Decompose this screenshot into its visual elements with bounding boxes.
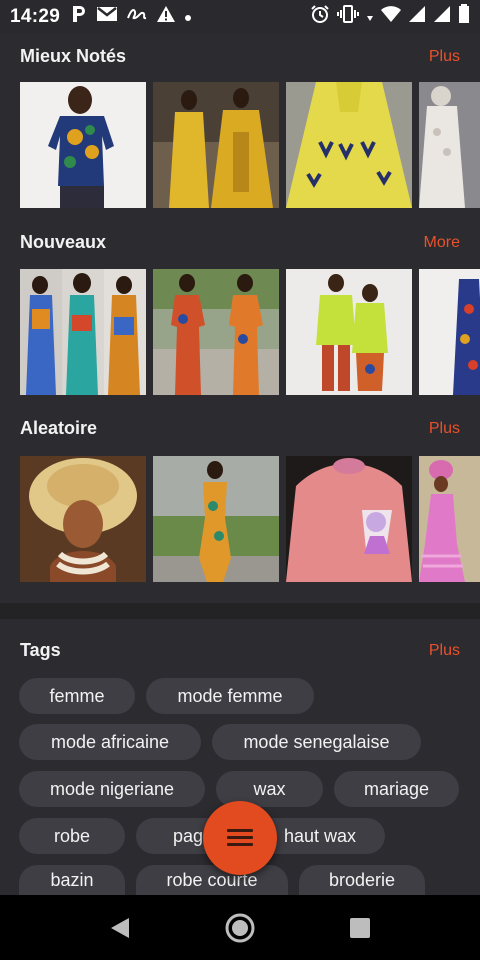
thumb-gold-gele[interactable] — [20, 456, 146, 582]
clock: 14:29 — [10, 6, 61, 27]
tag-chip[interactable]: mode senegalaise — [212, 724, 421, 760]
cell-signal-icon — [408, 5, 426, 29]
recents-icon — [350, 917, 370, 938]
battery-icon — [458, 4, 470, 30]
thumb-pink-fabric[interactable] — [286, 456, 412, 582]
section-mieux-notes: Mieux Notés Plus — [0, 38, 480, 218]
cell-signal-2-icon — [433, 5, 451, 29]
back-button[interactable] — [100, 895, 140, 960]
thumb-wax-jumpsuits[interactable] — [20, 269, 146, 395]
tag-chip[interactable]: mode nigeriane — [19, 771, 205, 807]
signal-dot-icon — [366, 6, 374, 28]
section-title: Aleatoire — [20, 418, 98, 438]
tag-chip[interactable]: mode africaine — [19, 724, 201, 760]
thumb-wax-peplum[interactable] — [153, 269, 279, 395]
recents-button[interactable] — [340, 895, 380, 960]
tag-chip[interactable]: bazin — [19, 865, 125, 895]
system-nav-bar — [0, 895, 480, 960]
tags-title: Tags — [20, 640, 61, 660]
home-icon — [225, 913, 255, 942]
tag-chip[interactable]: femme — [19, 678, 135, 714]
thumb-yellow-dress[interactable] — [286, 82, 412, 208]
section-title: Nouveaux — [20, 232, 107, 252]
thumb-pink-mermaid[interactable] — [419, 456, 480, 582]
menu-icon — [227, 829, 253, 847]
more-link[interactable]: More — [424, 234, 460, 252]
tag-chip[interactable]: mariage — [334, 771, 459, 807]
thumb-yellow-bazin[interactable] — [153, 82, 279, 208]
tags-more-link[interactable]: Plus — [429, 642, 460, 660]
wifi-icon — [381, 5, 401, 29]
more-link[interactable]: Plus — [429, 420, 460, 438]
gmail-icon — [96, 5, 118, 29]
dot-icon — [184, 6, 192, 28]
tag-chip[interactable]: broderie — [299, 865, 425, 895]
status-bar: 14:29 — [0, 0, 480, 34]
alarm-icon — [310, 4, 330, 30]
back-icon — [111, 917, 129, 938]
more-link[interactable]: Plus — [429, 48, 460, 66]
section-title: Mieux Notés — [20, 46, 127, 66]
home-button[interactable] — [220, 895, 260, 960]
menu-fab-button[interactable] — [203, 801, 277, 875]
section-nouveaux: Nouveaux More — [0, 224, 480, 404]
thumb-wax-jumpsuit[interactable] — [419, 269, 480, 395]
p-app-icon — [70, 4, 88, 30]
section-divider — [0, 603, 480, 619]
tag-chip[interactable]: robe — [19, 818, 125, 854]
tag-chip[interactable]: robe courte — [136, 865, 288, 895]
thumb-african-print-top[interactable] — [20, 82, 146, 208]
thumb-white-lace[interactable] — [419, 82, 480, 208]
section-aleatoire: Aleatoire Plus — [0, 410, 480, 590]
thumb-couple-wax[interactable] — [286, 269, 412, 395]
signature-icon — [126, 6, 148, 28]
tag-chip[interactable]: mode femme — [146, 678, 314, 714]
thumb-wax-fitted-dress[interactable] — [153, 456, 279, 582]
warning-icon — [156, 5, 176, 29]
vibrate-icon — [337, 4, 359, 30]
